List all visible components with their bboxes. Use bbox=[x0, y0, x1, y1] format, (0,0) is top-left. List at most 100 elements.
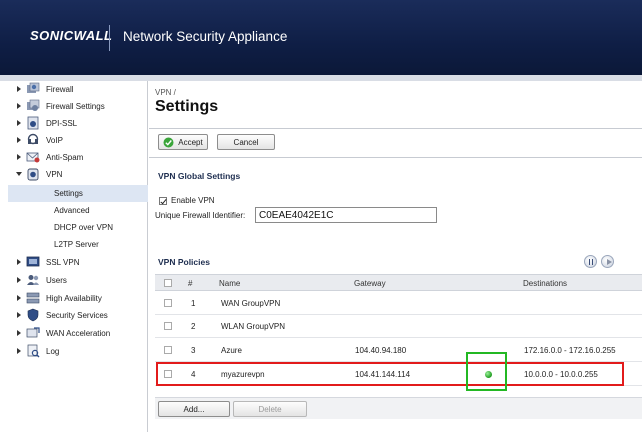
expand-arrow-icon[interactable] bbox=[17, 137, 21, 143]
expand-arrow-icon[interactable] bbox=[17, 277, 21, 283]
expand-arrow-icon[interactable] bbox=[17, 330, 21, 336]
firewall-icon bbox=[27, 82, 40, 93]
sidebar-item-firewall[interactable]: Firewall bbox=[8, 81, 148, 98]
sidebar-item-label: Users bbox=[46, 276, 67, 285]
sidebar-subitem-label: DHCP over VPN bbox=[54, 223, 113, 232]
security-services-icon bbox=[27, 308, 39, 322]
sidebar-subitem-label: L2TP Server bbox=[54, 240, 99, 249]
expand-arrow-icon[interactable] bbox=[17, 120, 21, 126]
sidebar-item-security-services[interactable]: Security Services bbox=[8, 307, 148, 324]
play-icon[interactable] bbox=[601, 255, 614, 268]
sidebar-item-users[interactable]: Users bbox=[8, 272, 148, 289]
breadcrumb[interactable]: VPN / bbox=[155, 88, 176, 97]
expand-arrow-icon[interactable] bbox=[17, 154, 21, 160]
sidebar-item-wan-acceleration[interactable]: WAN Acceleration bbox=[8, 325, 148, 342]
expand-arrow-icon[interactable] bbox=[17, 103, 21, 109]
sidebar-item-high-availability[interactable]: High Availability bbox=[8, 290, 148, 307]
sidebar-item-label: Security Services bbox=[46, 311, 108, 320]
expand-arrow-icon[interactable] bbox=[17, 295, 21, 301]
voip-icon bbox=[27, 133, 39, 145]
high-availability-icon bbox=[26, 292, 40, 304]
divider bbox=[149, 157, 642, 158]
row-checkbox[interactable] bbox=[164, 346, 172, 354]
enable-vpn-checkbox[interactable] bbox=[159, 196, 167, 205]
row-gateway: 104.40.94.180 bbox=[355, 346, 407, 355]
section-title-vpn-policies: VPN Policies bbox=[158, 257, 210, 267]
sidebar-item-label: DPI-SSL bbox=[46, 119, 78, 128]
sidebar-item-dpi-ssl[interactable]: DPI-SSL bbox=[8, 115, 148, 132]
sidebar-subitem-l2tp-server[interactable]: L2TP Server bbox=[8, 236, 148, 253]
table-row[interactable]: 1 WAN GroupVPN bbox=[155, 292, 642, 315]
enable-vpn-label: Enable VPN bbox=[171, 196, 215, 205]
add-button[interactable]: Add... bbox=[158, 401, 230, 417]
firewall-settings-icon bbox=[27, 99, 40, 111]
enable-vpn-row[interactable]: Enable VPN bbox=[159, 196, 215, 205]
column-header-num[interactable]: # bbox=[188, 279, 192, 288]
column-header-name[interactable]: Name bbox=[219, 279, 240, 288]
row-name: WLAN GroupVPN bbox=[221, 322, 286, 331]
column-header-destinations[interactable]: Destinations bbox=[523, 279, 567, 288]
sidebar-subitem-advanced[interactable]: Advanced bbox=[8, 202, 148, 219]
row-name: Azure bbox=[221, 346, 242, 355]
highlight-box-green bbox=[466, 352, 507, 391]
row-destinations: 172.16.0.0 - 172.16.0.255 bbox=[524, 346, 616, 355]
sidebar-item-vpn[interactable]: VPN bbox=[8, 166, 148, 183]
users-icon bbox=[27, 275, 39, 285]
anti-spam-icon bbox=[26, 152, 40, 163]
expand-arrow-icon[interactable] bbox=[17, 86, 21, 92]
cancel-label: Cancel bbox=[233, 137, 259, 147]
accept-label: Accept bbox=[178, 137, 203, 147]
cancel-button[interactable]: Cancel bbox=[217, 134, 275, 150]
sidebar-item-label: SSL VPN bbox=[46, 258, 80, 267]
vpn-icon bbox=[27, 168, 39, 181]
sidebar-subitem-dhcp-over-vpn[interactable]: DHCP over VPN bbox=[8, 219, 148, 236]
table-row[interactable]: 3 Azure 104.40.94.180 172.16.0.0 - 172.1… bbox=[155, 339, 642, 362]
sidebar-item-anti-spam[interactable]: Anti-Spam bbox=[8, 149, 148, 166]
product-title: Network Security Appliance bbox=[123, 29, 288, 44]
row-num: 3 bbox=[191, 346, 196, 355]
row-checkbox[interactable] bbox=[164, 299, 172, 307]
select-all-checkbox[interactable] bbox=[164, 279, 172, 287]
firewall-id-label: Unique Firewall Identifier: bbox=[155, 211, 246, 220]
row-num: 2 bbox=[191, 322, 196, 331]
sidebar-item-label: VoIP bbox=[46, 136, 63, 145]
expand-arrow-icon[interactable] bbox=[17, 259, 21, 265]
check-circle-icon bbox=[163, 137, 174, 147]
header-divider bbox=[109, 25, 110, 51]
add-label: Add... bbox=[183, 404, 205, 414]
pause-icon[interactable] bbox=[584, 255, 597, 268]
row-checkbox[interactable] bbox=[164, 322, 172, 330]
ssl-vpn-icon bbox=[26, 256, 40, 267]
sidebar-subitem-label: Settings bbox=[54, 189, 83, 198]
sidebar-subitem-label: Advanced bbox=[54, 206, 90, 215]
log-icon bbox=[27, 344, 40, 358]
collapse-arrow-icon[interactable] bbox=[16, 172, 22, 176]
divider bbox=[149, 128, 642, 129]
sidebar-item-log[interactable]: Log bbox=[8, 343, 148, 360]
sidebar-item-label: VPN bbox=[46, 170, 63, 179]
sidebar-item-label: WAN Acceleration bbox=[46, 329, 111, 338]
table-header: # Name Gateway Destinations bbox=[155, 274, 642, 291]
section-title-global-settings: VPN Global Settings bbox=[158, 171, 241, 181]
sidebar-item-label: Log bbox=[46, 347, 60, 356]
page-title: Settings bbox=[155, 98, 219, 115]
sidebar: Firewall Firewall Settings DPI-SSL VoIP … bbox=[8, 81, 148, 432]
delete-label: Delete bbox=[258, 404, 282, 414]
sidebar-subitem-settings[interactable]: Settings bbox=[8, 185, 148, 202]
firewall-id-input[interactable] bbox=[255, 207, 437, 223]
dpi-ssl-icon bbox=[27, 116, 39, 130]
top-header: SONICWALL Network Security Appliance bbox=[0, 0, 642, 75]
sidebar-item-label: High Availability bbox=[46, 294, 102, 303]
table-row[interactable]: 2 WLAN GroupVPN bbox=[155, 315, 642, 338]
sidebar-item-label: Firewall bbox=[46, 85, 74, 94]
delete-button[interactable]: Delete bbox=[233, 401, 307, 417]
expand-arrow-icon[interactable] bbox=[17, 312, 21, 318]
sidebar-item-ssl-vpn[interactable]: SSL VPN bbox=[8, 254, 148, 271]
row-num: 1 bbox=[191, 299, 196, 308]
accept-button[interactable]: Accept bbox=[158, 134, 208, 150]
column-header-gateway[interactable]: Gateway bbox=[354, 279, 386, 288]
expand-arrow-icon[interactable] bbox=[17, 348, 21, 354]
sidebar-item-firewall-settings[interactable]: Firewall Settings bbox=[8, 98, 148, 115]
sidebar-item-label: Firewall Settings bbox=[46, 102, 105, 111]
sidebar-item-voip[interactable]: VoIP bbox=[8, 132, 148, 149]
